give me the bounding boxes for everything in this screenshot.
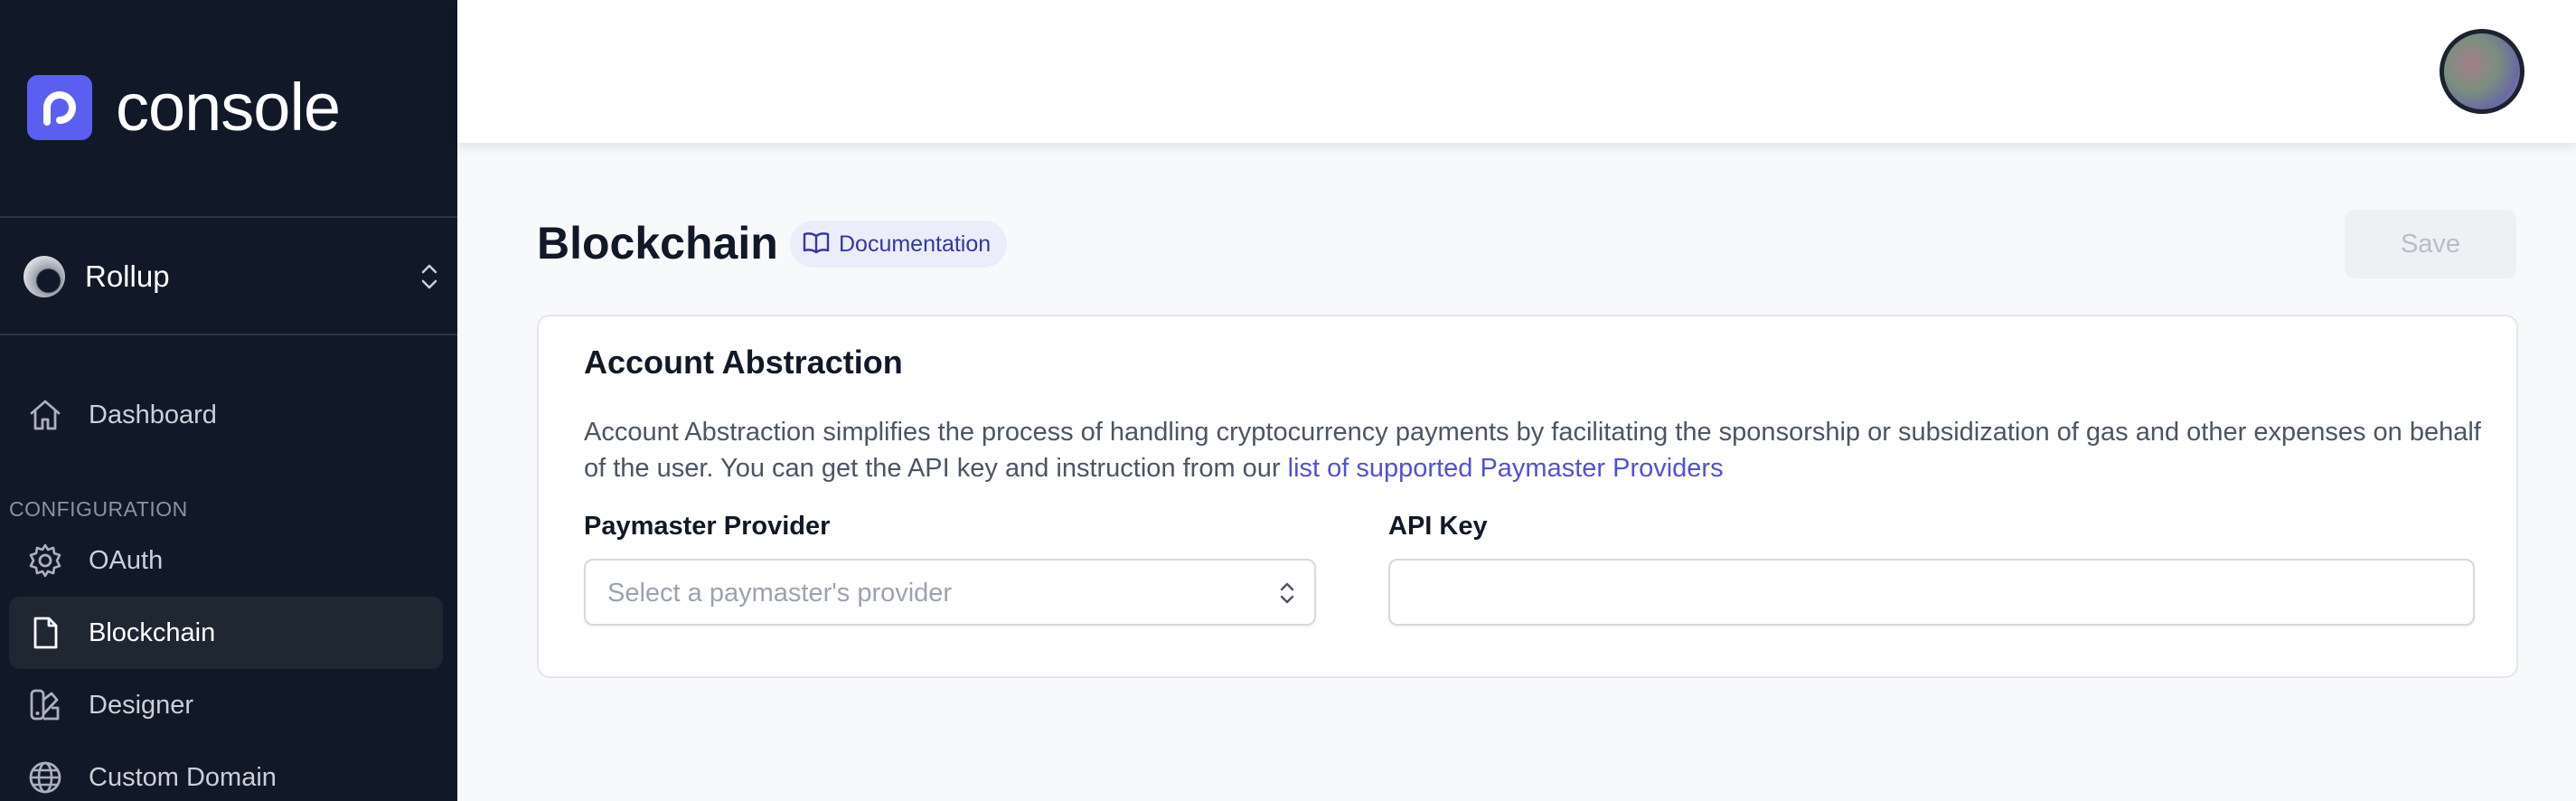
project-selector[interactable]: Rollup bbox=[24, 251, 439, 302]
brand[interactable]: console bbox=[27, 70, 341, 145]
palette-icon bbox=[27, 687, 63, 723]
documentation-link[interactable]: Documentation bbox=[790, 221, 1008, 268]
user-avatar[interactable] bbox=[2440, 29, 2524, 114]
account-abstraction-card: Account Abstraction Account Abstraction … bbox=[537, 315, 2518, 678]
select-placeholder: Select a paymaster's provider bbox=[607, 579, 953, 608]
book-icon bbox=[803, 231, 830, 259]
sidebar-item-designer[interactable]: Designer bbox=[9, 669, 443, 741]
brand-name: console bbox=[116, 70, 341, 145]
save-button[interactable]: Save bbox=[2345, 210, 2516, 278]
sidebar-divider bbox=[0, 216, 457, 218]
sidebar-item-label: Custom Domain bbox=[89, 762, 277, 792]
console-logo-icon bbox=[27, 75, 92, 140]
project-name: Rollup bbox=[85, 259, 170, 293]
page-title: Blockchain bbox=[537, 218, 778, 269]
paymaster-provider-label: Paymaster Provider bbox=[584, 512, 831, 541]
sidebar-item-label: Designer bbox=[89, 690, 194, 720]
documentation-label: Documentation bbox=[839, 231, 992, 257]
sidebar-item-custom-domain[interactable]: Custom Domain bbox=[9, 741, 443, 801]
sidebar-item-blockchain[interactable]: Blockchain bbox=[9, 597, 443, 669]
file-icon bbox=[27, 615, 63, 651]
sidebar-item-oauth[interactable]: OAuth bbox=[9, 524, 443, 597]
sidebar-item-label: Blockchain bbox=[89, 617, 216, 647]
home-icon bbox=[27, 397, 63, 433]
top-bar bbox=[457, 0, 2576, 143]
section-label-configuration: CONFIGURATION bbox=[9, 497, 188, 521]
chevron-up-down-icon bbox=[1278, 579, 1296, 612]
sidebar-item-label: Dashboard bbox=[89, 400, 217, 429]
chevron-up-down-icon bbox=[419, 260, 439, 297]
sidebar-divider bbox=[0, 334, 457, 335]
paymaster-providers-link[interactable]: list of supported Paymaster Providers bbox=[1288, 454, 1724, 483]
sidebar: console Rollup Dashboard CONFIGURATION O… bbox=[0, 0, 457, 801]
paymaster-provider-select[interactable]: Select a paymaster's provider bbox=[584, 559, 1316, 626]
sidebar-item-dashboard[interactable]: Dashboard bbox=[9, 379, 443, 451]
gear-icon bbox=[27, 542, 63, 579]
sidebar-item-label: OAuth bbox=[89, 545, 164, 575]
api-key-input[interactable] bbox=[1388, 559, 2475, 626]
globe-icon bbox=[27, 759, 63, 796]
api-key-label: API Key bbox=[1388, 512, 1488, 541]
card-description: Account Abstraction simplifies the proce… bbox=[584, 414, 2482, 486]
card-title: Account Abstraction bbox=[584, 344, 903, 381]
project-avatar bbox=[24, 256, 65, 297]
